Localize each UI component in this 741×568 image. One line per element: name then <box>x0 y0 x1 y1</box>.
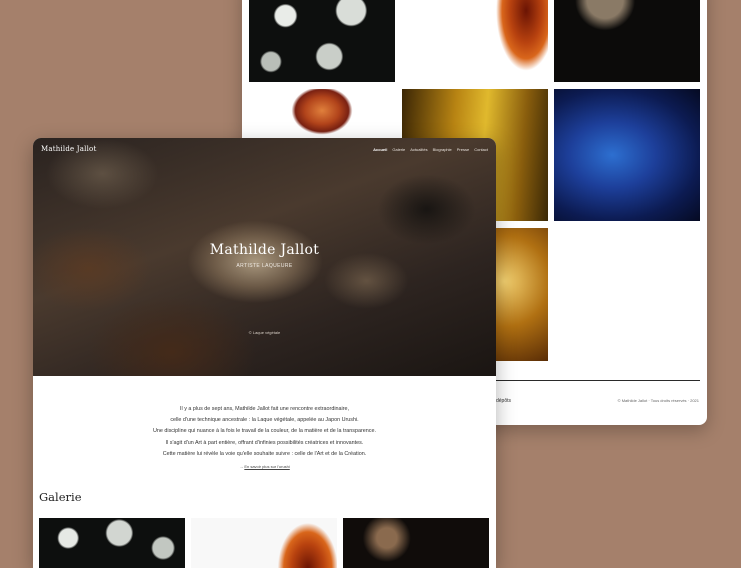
gallery-thumbnail[interactable] <box>191 518 337 568</box>
read-more: → En savoir plus sur l'urushi <box>33 464 496 469</box>
nav-item-biographie[interactable]: Biographie <box>433 147 452 152</box>
intro-line: Il s'agit d'un Art à part entière, offra… <box>165 439 364 446</box>
site-logo[interactable]: Mathilde Jallot <box>41 145 96 153</box>
hero-caption: © Laque végétale <box>248 330 281 335</box>
main-nav: Accueil Galerie Actualités Biographie Pr… <box>373 147 488 152</box>
hero-banner: Mathilde Jallot Accueil Galerie Actualit… <box>33 138 496 376</box>
nav-item-galerie[interactable]: Galerie <box>392 147 405 152</box>
gallery-image[interactable] <box>554 0 700 82</box>
intro-line: Cette matière lui révèle la voie qu'elle… <box>162 450 367 457</box>
gallery-thumbnail[interactable] <box>343 518 489 568</box>
footer-link[interactable]: dépôts <box>496 398 511 404</box>
nav-item-presse[interactable]: Presse <box>457 147 469 152</box>
gallery-heading: Galerie <box>39 490 82 504</box>
copyright-text: © Mathilde Jallot · Tous droits réservés… <box>617 398 699 403</box>
intro-line: Une discipline qui nuance à la fois le t… <box>153 428 376 435</box>
nav-item-accueil[interactable]: Accueil <box>373 147 387 152</box>
nav-item-actualites[interactable]: Actualités <box>410 147 427 152</box>
gallery-image[interactable] <box>249 89 395 137</box>
hero-subtitle: ARTISTE LAQUEURE <box>236 263 293 269</box>
read-more-link[interactable]: En savoir plus sur l'urushi <box>244 464 289 469</box>
intro-line: celle d'une technique ancestrale : la La… <box>170 417 359 424</box>
gallery-image[interactable] <box>249 0 395 82</box>
home-page-window: Mathilde Jallot Accueil Galerie Actualit… <box>33 138 496 568</box>
gallery-image[interactable] <box>554 89 700 221</box>
hero-title: Mathilde Jallot <box>209 242 320 258</box>
nav-item-contact[interactable]: Contact <box>474 147 488 152</box>
gallery-thumbnail[interactable] <box>39 518 185 568</box>
arrow-icon: → <box>239 464 244 469</box>
gallery-image[interactable] <box>402 0 548 82</box>
intro-text: Il y a plus de sept ans, Mathilde Jallot… <box>33 404 496 460</box>
intro-line: Il y a plus de sept ans, Mathilde Jallot… <box>180 406 349 412</box>
